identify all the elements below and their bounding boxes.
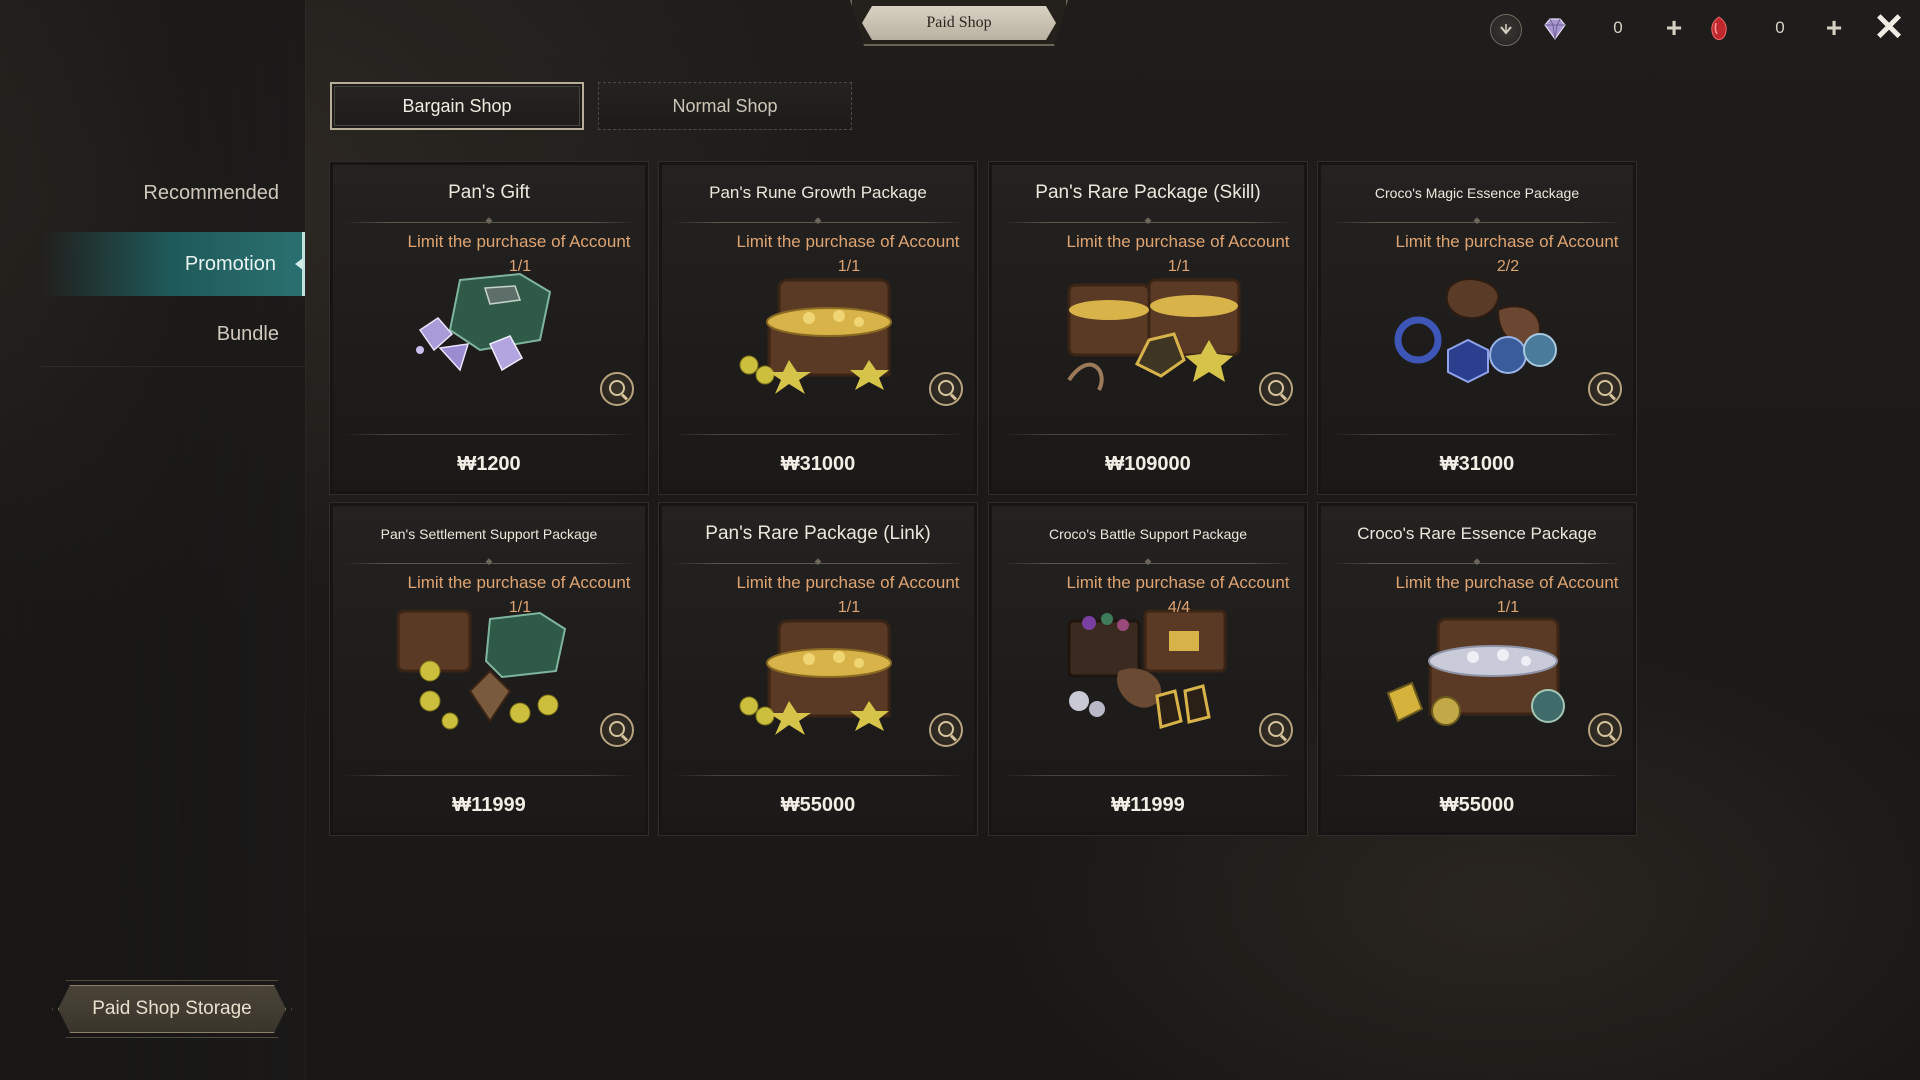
- card-divider: [344, 563, 634, 564]
- purchase-limit-count: 2/2: [1496, 258, 1520, 275]
- product-price: ₩55000: [780, 793, 856, 816]
- tab-label: Normal Shop: [672, 95, 778, 116]
- card-divider: [673, 775, 963, 776]
- product-price: ₩31000: [1439, 452, 1515, 475]
- product-image: [390, 601, 590, 741]
- magnifier-icon[interactable]: [1588, 372, 1622, 406]
- product-image: [719, 260, 919, 400]
- sidebar-item-label: Promotion: [184, 252, 276, 275]
- product-title: Croco's Battle Support Package: [1048, 526, 1247, 542]
- product-card[interactable]: Pan's Rare Package (Skill) Limit the pur…: [988, 161, 1308, 495]
- card-divider: [1332, 222, 1622, 223]
- card-divider: [1003, 563, 1293, 564]
- product-title: Pan's Rare Package (Skill): [1035, 182, 1261, 203]
- card-divider: [344, 222, 634, 223]
- product-price: ₩109000: [1105, 452, 1191, 475]
- purchase-limit-label: Limit the purchase of Account: [1066, 232, 1290, 251]
- product-card[interactable]: Pan's Rune Growth Package Limit the purc…: [658, 161, 978, 495]
- product-card[interactable]: Pan's Rare Package (Link) Limit the purc…: [658, 502, 978, 836]
- purchase-limit-count: 1/1: [508, 258, 532, 275]
- product-image: [719, 601, 919, 741]
- product-title: Croco's Rare Essence Package: [1357, 524, 1597, 543]
- product-image: [1378, 601, 1578, 741]
- product-price: ₩11999: [452, 793, 526, 816]
- purchase-limit-count: 1/1: [837, 258, 861, 275]
- product-image: [1378, 260, 1578, 400]
- card-divider: [1003, 434, 1293, 435]
- product-title: Pan's Settlement Support Package: [380, 526, 598, 542]
- purchase-limit-count: 4/4: [1167, 599, 1191, 616]
- purchase-limit-count: 1/1: [1167, 258, 1191, 275]
- magnifier-icon[interactable]: [1259, 372, 1293, 406]
- product-price: ₩11999: [1111, 793, 1185, 816]
- product-image: [1049, 601, 1249, 741]
- magnifier-icon[interactable]: [600, 372, 634, 406]
- card-divider: [673, 563, 963, 564]
- currency-amount-red-gem: 0: [1775, 18, 1785, 37]
- storage-button-label: Paid Shop Storage: [92, 998, 252, 1019]
- red-gem-icon: [1704, 14, 1734, 44]
- magnifier-icon[interactable]: [929, 713, 963, 747]
- close-icon[interactable]: ✕: [1872, 9, 1906, 47]
- product-title: Pan's Rune Growth Package: [709, 183, 927, 202]
- product-image: [1049, 260, 1249, 400]
- product-price: ₩1200: [457, 452, 521, 475]
- sidebar-item-recommended[interactable]: Recommended: [41, 161, 305, 225]
- card-divider: [673, 434, 963, 435]
- product-title: Pan's Gift: [448, 182, 530, 203]
- page-title: Paid Shop: [862, 6, 1056, 40]
- paid-shop-storage-button[interactable]: Paid Shop Storage: [58, 985, 286, 1033]
- magnifier-icon[interactable]: [1259, 713, 1293, 747]
- tab-label: Bargain Shop: [402, 95, 512, 116]
- add-gem-button[interactable]: +: [1660, 13, 1688, 43]
- sidebar-item-label: Bundle: [216, 323, 279, 345]
- sidebar-item-label: Recommended: [143, 181, 279, 204]
- purchase-limit-count: 1/1: [837, 599, 861, 616]
- card-divider: [1332, 434, 1622, 435]
- gem-crystal-icon: [1540, 14, 1570, 44]
- card-divider: [344, 775, 634, 776]
- category-sidebar: Recommended Promotion Bundle: [0, 0, 306, 1080]
- purchase-limit-label: Limit the purchase of Account: [736, 573, 960, 592]
- product-card[interactable]: Croco's Battle Support Package Limit the…: [988, 502, 1308, 836]
- purchase-limit-label: Limit the purchase of Account: [1395, 232, 1619, 251]
- page-title-text: Paid Shop: [926, 14, 992, 31]
- product-price: ₩55000: [1439, 793, 1515, 816]
- card-divider: [1003, 775, 1293, 776]
- sidebar-item-promotion[interactable]: Promotion: [41, 232, 305, 296]
- purchase-limit-label: Limit the purchase of Account: [1066, 573, 1290, 592]
- card-divider: [344, 434, 634, 435]
- purchase-limit-label: Limit the purchase of Account: [407, 232, 631, 251]
- card-divider: [1003, 222, 1293, 223]
- dropdown-arrow-icon[interactable]: [1490, 14, 1522, 46]
- magnifier-icon[interactable]: [929, 372, 963, 406]
- purchase-limit-count: 1/1: [508, 599, 532, 616]
- purchase-limit-label: Limit the purchase of Account: [407, 573, 631, 592]
- magnifier-icon[interactable]: [600, 713, 634, 747]
- currency-amount-gem: 0: [1613, 18, 1623, 37]
- add-red-gem-button[interactable]: +: [1820, 13, 1848, 43]
- card-divider: [1332, 563, 1622, 564]
- tab-bargain-shop[interactable]: Bargain Shop: [330, 82, 584, 130]
- product-card[interactable]: Croco's Rare Essence Package Limit the p…: [1317, 502, 1637, 836]
- product-card[interactable]: Pan's Settlement Support Package Limit t…: [329, 502, 649, 836]
- product-card[interactable]: Croco's Magic Essence Package Limit the …: [1317, 161, 1637, 495]
- product-image: [390, 260, 590, 400]
- card-divider: [673, 222, 963, 223]
- product-title: Pan's Rare Package (Link): [705, 523, 931, 544]
- product-price: ₩31000: [780, 452, 856, 475]
- product-title: Croco's Magic Essence Package: [1374, 185, 1580, 201]
- purchase-limit-count: 1/1: [1496, 599, 1520, 616]
- magnifier-icon[interactable]: [1588, 713, 1622, 747]
- tab-normal-shop[interactable]: Normal Shop: [598, 82, 852, 130]
- card-divider: [1332, 775, 1622, 776]
- product-card[interactable]: Pan's Gift Limit the purchase of Account…: [329, 161, 649, 495]
- sidebar-item-bundle[interactable]: Bundle: [41, 303, 305, 367]
- purchase-limit-label: Limit the purchase of Account: [736, 232, 960, 251]
- purchase-limit-label: Limit the purchase of Account: [1395, 573, 1619, 592]
